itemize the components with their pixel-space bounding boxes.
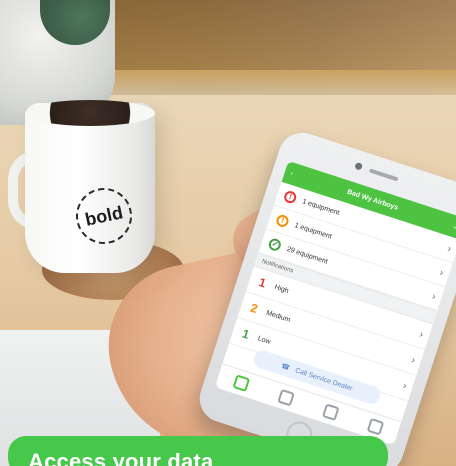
calendar-icon[interactable] <box>321 403 340 421</box>
earpiece-speaker <box>368 168 399 182</box>
menu-icon[interactable]: ⌄ <box>451 222 456 231</box>
check-icon: ✓ <box>267 237 283 253</box>
chevron-right-icon: › <box>446 243 453 255</box>
front-camera <box>354 161 364 171</box>
chevron-right-icon: › <box>401 380 409 392</box>
notification-count: 2 <box>248 300 260 317</box>
photo-scene: bold ‹ Bad Wy Airboys ⌄ ! 1 equipment › <box>0 0 456 466</box>
exclamation-icon: ! <box>274 213 291 229</box>
coffee-mug <box>25 103 155 273</box>
history-icon[interactable] <box>276 388 295 407</box>
notification-count: 1 <box>240 326 252 342</box>
cta-banner: Access your data <box>8 436 388 466</box>
chevron-right-icon: › <box>430 290 438 303</box>
settings-icon[interactable] <box>366 417 384 436</box>
exclamation-icon: ! <box>282 189 298 205</box>
notification-count: 1 <box>257 275 268 291</box>
mug-logo-text: bold <box>83 201 125 230</box>
mug-coffee-top <box>25 100 155 126</box>
chevron-right-icon: › <box>418 328 425 341</box>
phone-icon: ☎ <box>280 362 291 373</box>
home-icon[interactable] <box>232 374 250 392</box>
cta-text: Access your data <box>28 449 214 466</box>
back-icon[interactable]: ‹ <box>290 170 294 177</box>
chevron-right-icon: › <box>409 354 417 366</box>
chevron-right-icon: › <box>438 266 445 279</box>
